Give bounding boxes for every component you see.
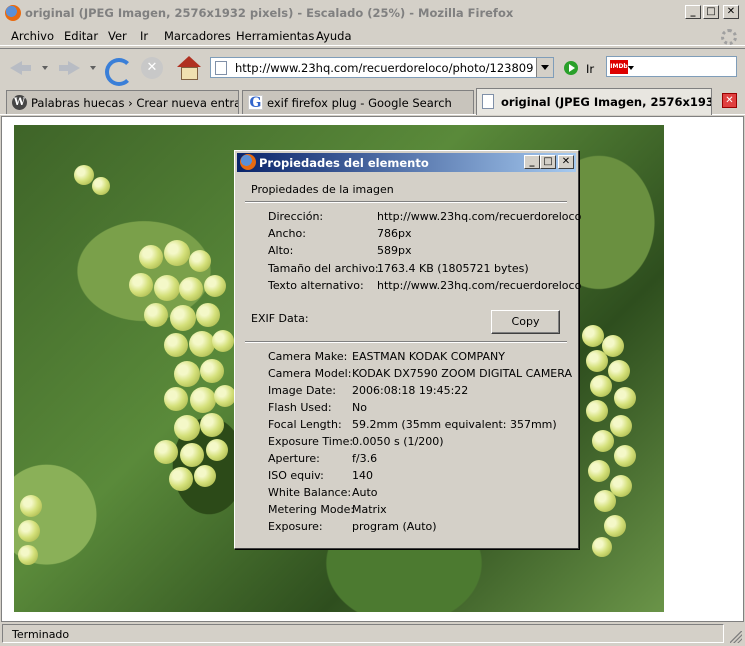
tab-bar: W Palabras huecas › Crear nueva entrada.… xyxy=(0,88,745,115)
menu-archivo[interactable]: Archivo xyxy=(11,29,54,43)
go-icon[interactable] xyxy=(564,61,578,75)
property-key: Dirección: xyxy=(268,210,324,223)
exif-value: No xyxy=(352,401,367,414)
exif-key: Camera Model: xyxy=(268,367,352,380)
exif-value: program (Auto) xyxy=(352,520,437,533)
exif-value: KODAK DX7590 ZOOM DIGITAL CAMERA xyxy=(352,367,572,380)
exif-value: EASTMAN KODAK COMPANY xyxy=(352,350,505,363)
search-engine-icon[interactable]: IMDb xyxy=(610,60,628,74)
url-history-dropdown[interactable] xyxy=(536,58,553,77)
dialog-maximize-button[interactable]: □ xyxy=(540,155,556,169)
property-key: Tamaño del archivo: xyxy=(268,262,379,275)
exif-value: 0.0050 s (1/200) xyxy=(352,435,444,448)
forward-dropdown-icon[interactable] xyxy=(90,66,96,70)
document-icon xyxy=(482,94,494,109)
status-panel: Terminado xyxy=(2,624,724,643)
menu-marcadores[interactable]: Marcadores xyxy=(164,29,231,43)
property-value: 786px xyxy=(377,227,412,240)
tab-palabras-huecas[interactable]: W Palabras huecas › Crear nueva entrada.… xyxy=(6,90,239,114)
dialog-close-button[interactable]: ✕ xyxy=(558,155,574,169)
menu-ir[interactable]: Ir xyxy=(140,29,148,43)
reload-icon[interactable] xyxy=(103,56,133,86)
exif-data-label: EXIF Data: xyxy=(251,312,309,325)
menu-ver[interactable]: Ver xyxy=(108,29,127,43)
throbber-icon xyxy=(721,29,737,45)
property-value: http://www.23hq.com/recuerdoreloco xyxy=(377,210,582,223)
property-value: 589px xyxy=(377,244,412,257)
search-engine-dropdown-icon[interactable] xyxy=(628,66,634,70)
exif-key: Aperture: xyxy=(268,452,320,465)
element-properties-dialog: Propiedades del elemento _ □ ✕ Propiedad… xyxy=(234,150,582,549)
menu-editar[interactable]: Editar xyxy=(64,29,98,43)
property-key: Ancho: xyxy=(268,227,306,240)
wordpress-icon: W xyxy=(12,95,27,110)
minimize-button[interactable]: _ xyxy=(685,5,701,19)
exif-value: Matrix xyxy=(352,503,387,516)
tab-label: Palabras huecas › Crear nueva entrada... xyxy=(31,96,239,110)
url-text[interactable]: http://www.23hq.com/recuerdoreloco/photo… xyxy=(235,61,533,75)
tab-label: original (JPEG Imagen, 2576x1932... xyxy=(501,95,712,109)
dialog-minimize-button[interactable]: _ xyxy=(524,155,540,169)
tab-label: exif firefox plug - Google Search xyxy=(267,96,452,110)
menu-bar: Archivo Editar Ver Ir Marcadores Herrami… xyxy=(0,26,745,46)
exif-key: Flash Used: xyxy=(268,401,332,414)
dialog-window-controls: _ □ ✕ xyxy=(524,155,574,169)
window-title: original (JPEG Imagen, 2576x1932 pixels)… xyxy=(25,6,514,20)
tab-original-image[interactable]: original (JPEG Imagen, 2576x1932... xyxy=(476,88,712,115)
maximize-button[interactable]: □ xyxy=(703,5,719,19)
page-content: Propiedades del elemento _ □ ✕ Propiedad… xyxy=(1,116,744,622)
stop-icon[interactable] xyxy=(140,56,166,80)
exif-key: Exposure: xyxy=(268,520,323,533)
menu-ayuda[interactable]: Ayuda xyxy=(316,29,352,43)
property-key: Texto alternativo: xyxy=(268,279,364,292)
tab-google-search[interactable]: G exif firefox plug - Google Search xyxy=(242,90,474,114)
back-dropdown-icon[interactable] xyxy=(42,66,48,70)
forward-arrow-icon[interactable] xyxy=(56,56,82,80)
resize-grip-icon[interactable] xyxy=(730,631,742,643)
property-value: http://www.23hq.com/recuerdoreloco xyxy=(377,279,582,292)
divider xyxy=(245,341,567,343)
close-tab-icon[interactable]: ✕ xyxy=(722,93,737,108)
search-box[interactable]: IMDb xyxy=(606,56,737,77)
exif-key: Camera Make: xyxy=(268,350,348,363)
window-controls: _ □ ✕ xyxy=(685,5,739,19)
divider xyxy=(245,201,567,203)
firefox-icon xyxy=(5,5,21,21)
google-icon: G xyxy=(248,95,263,111)
property-key: Alto: xyxy=(268,244,294,257)
exif-value: 140 xyxy=(352,469,373,482)
property-value: 1763.4 KB (1805721 bytes) xyxy=(377,262,529,275)
exif-key: Exposure Time: xyxy=(268,435,354,448)
exif-key: White Balance: xyxy=(268,486,352,499)
dialog-titlebar[interactable]: Propiedades del elemento _ □ ✕ xyxy=(237,153,576,172)
exif-value: f/3.6 xyxy=(352,452,378,465)
dialog-title: Propiedades del elemento xyxy=(259,156,429,170)
exif-key: ISO equiv: xyxy=(268,469,324,482)
exif-value: Auto xyxy=(352,486,378,499)
status-text: Terminado xyxy=(12,628,70,641)
url-bar[interactable]: http://www.23hq.com/recuerdoreloco/photo… xyxy=(210,57,554,78)
menu-herramientas[interactable]: Herramientas xyxy=(236,29,314,43)
exif-value: 59.2mm (35mm equivalent: 357mm) xyxy=(352,418,557,431)
copy-button[interactable]: Copy xyxy=(491,310,560,334)
firefox-icon xyxy=(240,154,256,170)
window-titlebar[interactable]: original (JPEG Imagen, 2576x1932 pixels)… xyxy=(0,0,745,26)
back-arrow-icon[interactable] xyxy=(8,56,34,80)
home-icon[interactable] xyxy=(176,56,202,80)
page-favicon-icon xyxy=(215,61,227,75)
close-button[interactable]: ✕ xyxy=(723,5,739,19)
exif-key: Image Date: xyxy=(268,384,336,397)
exif-value: 2006:08:18 19:45:22 xyxy=(352,384,469,397)
exif-key: Metering Mode: xyxy=(268,503,355,516)
image-properties-heading: Propiedades de la imagen xyxy=(251,183,394,196)
go-button-label[interactable]: Ir xyxy=(586,62,594,76)
status-bar: Terminado xyxy=(0,622,745,646)
exif-key: Focal Length: xyxy=(268,418,342,431)
